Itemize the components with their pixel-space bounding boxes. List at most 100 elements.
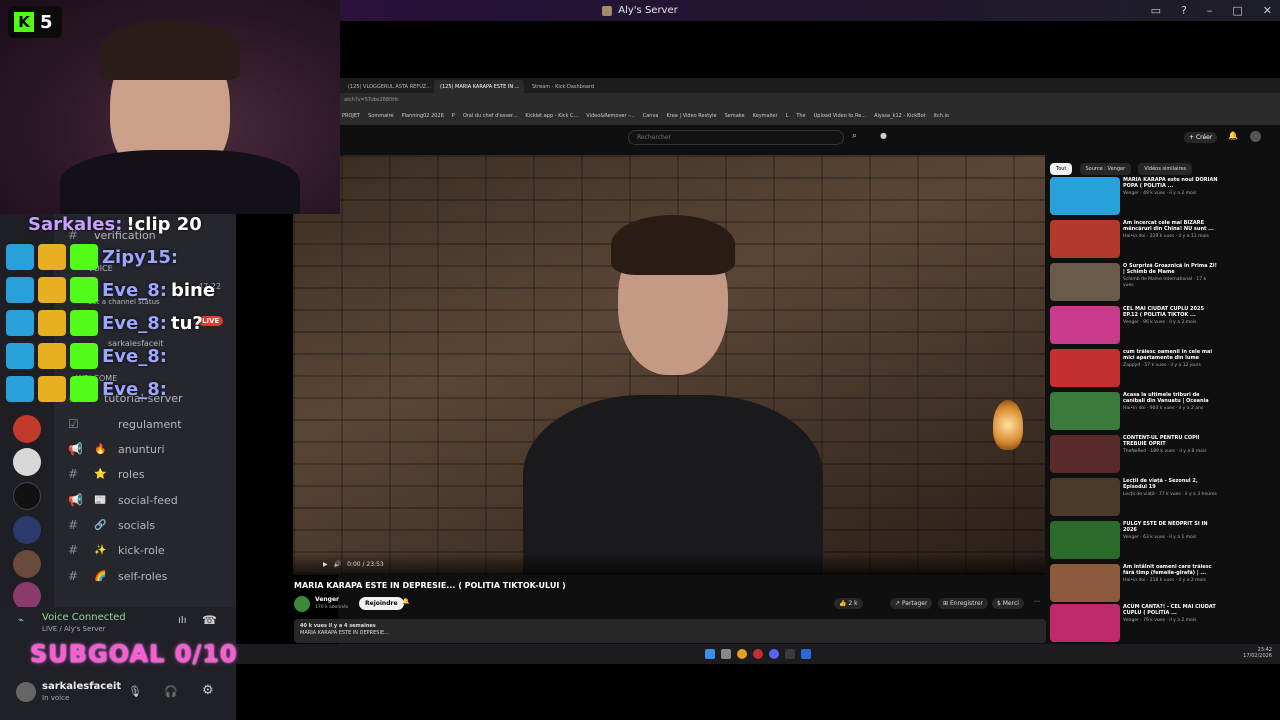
rec-item[interactable]: MARIA KARAPA este noul DORIAN POPA ( POL… xyxy=(1050,177,1230,217)
bookmark[interactable]: Video&Remover -... xyxy=(586,113,634,119)
rec-item[interactable]: FULGY ESTE DE NEOPRIT SI IN 2026 Venger ·… xyxy=(1050,521,1230,561)
bookmark[interactable]: PROJET xyxy=(342,113,360,119)
server-icon[interactable] xyxy=(13,415,41,443)
mic-icon[interactable]: 🎙 xyxy=(128,685,142,698)
bookmark[interactable]: L xyxy=(786,113,789,119)
chip-source[interactable]: Source : Venger xyxy=(1079,163,1132,175)
search-taskbar-icon[interactable] xyxy=(721,649,731,659)
disconnect-icon[interactable]: ☎ xyxy=(202,613,217,627)
like-button[interactable]: 👍 2 k xyxy=(834,598,863,609)
help-icon[interactable]: ? xyxy=(1181,4,1187,17)
chat-message: Eve_8: xyxy=(6,375,171,403)
chip-all[interactable]: Tout xyxy=(1050,163,1073,175)
voice-channel-name[interactable]: LIVE / Aly's Server xyxy=(42,625,106,633)
channel-anunturi[interactable]: 📢 🔥 anunturi xyxy=(68,439,165,459)
bookmark[interactable]: Canva xyxy=(643,113,659,119)
bookmark[interactable]: Krea | Video Restyle xyxy=(666,113,716,119)
rec-thumbnail xyxy=(1050,392,1120,430)
og-badge-icon xyxy=(70,310,98,336)
bookmark[interactable]: Alyssa_k12 - KickBot xyxy=(874,113,926,119)
close-button[interactable]: ✕ xyxy=(1263,4,1272,17)
channel-regulament[interactable]: ☑ regulament xyxy=(68,414,182,434)
discord-icon[interactable] xyxy=(769,649,779,659)
rec-thumbnail xyxy=(1050,604,1120,642)
play-icon[interactable]: ▶ xyxy=(323,561,328,568)
bookmark[interactable]: The xyxy=(796,113,805,119)
channel-name[interactable]: Venger xyxy=(315,596,339,603)
subgoal-overlay: SUBGOAL 0/10 xyxy=(30,640,238,668)
steam-icon[interactable] xyxy=(801,649,811,659)
address-bar[interactable]: atch?v=57zbs2880Hc xyxy=(338,93,1280,107)
chat-message: Eve_8: tu? xyxy=(6,309,203,337)
join-button[interactable]: Rejoindre xyxy=(359,597,404,610)
server-icon[interactable] xyxy=(13,482,41,510)
thanks-button[interactable]: $ Merci xyxy=(992,598,1024,609)
streamer-body xyxy=(60,150,300,214)
rec-thumbnail xyxy=(1050,564,1120,602)
channel-self-roles[interactable]: # 🌈 self-roles xyxy=(68,566,167,586)
rec-item[interactable]: CEL MAI CIUDAT CUPLU 2025 EP.12 ( POLITI… xyxy=(1050,306,1230,346)
bookmark[interactable]: Kicklet.app - Kick C... xyxy=(525,113,578,119)
server-icon[interactable] xyxy=(13,448,41,476)
avatar[interactable] xyxy=(16,682,36,702)
bell-icon[interactable]: 🔔 xyxy=(402,598,409,605)
bookmark[interactable]: Semake xyxy=(725,113,745,119)
more-icon[interactable]: ⋯ xyxy=(1034,598,1040,605)
save-button[interactable]: ⊞ Enregistrer xyxy=(938,598,989,609)
rec-item[interactable]: Am întâlnit oameni care trăiesc fără tim… xyxy=(1050,564,1230,604)
channel-social-feed[interactable]: 📢 📰 social-feed xyxy=(68,490,178,510)
rec-item[interactable]: Acasa la ultimele triburi de canibali di… xyxy=(1050,392,1230,432)
channel-roles[interactable]: # ⭐ roles xyxy=(68,464,145,484)
window-title: Aly's Server xyxy=(602,5,678,16)
bookmark[interactable]: Keymailer xyxy=(753,113,778,119)
obs-icon[interactable] xyxy=(753,649,763,659)
chrome-icon[interactable] xyxy=(737,649,747,659)
search-input[interactable]: Rechercher xyxy=(628,130,844,145)
crown-icon xyxy=(38,376,66,402)
rec-item[interactable]: Lecții de viață - Sezonul 2, Episodul 19… xyxy=(1050,478,1230,518)
share-button[interactable]: ↗ Partager xyxy=(890,598,933,609)
video-description[interactable]: 40 k vues il y a 4 semaines MARIA KARAPA… xyxy=(294,619,1046,643)
start-icon[interactable] xyxy=(705,649,715,659)
channel-avatar[interactable] xyxy=(294,596,310,612)
rec-item[interactable]: cum trăiesc oamenii în cele mai mici apa… xyxy=(1050,349,1230,389)
server-icon[interactable] xyxy=(13,550,41,578)
mic-icon[interactable]: ● xyxy=(880,131,887,140)
minimize-button[interactable]: – xyxy=(1207,4,1213,17)
chip-similar[interactable]: Vidéos similaires xyxy=(1138,163,1193,175)
tab[interactable]: (125) VLOGGERUL ASTA REFUZ... xyxy=(342,80,432,93)
rec-item[interactable]: Am încercat cele mai BIZARE mâncăruri di… xyxy=(1050,220,1230,260)
search-icon[interactable]: ⌕ xyxy=(852,131,857,141)
notification-icon[interactable]: 🔔 xyxy=(1228,131,1238,140)
headphones-icon[interactable]: 🎧 xyxy=(164,685,178,698)
server-icon[interactable] xyxy=(13,582,41,610)
rec-item[interactable]: ACUM CANTA?! - CEL MAI CIUDAT CUPLU ( PO… xyxy=(1050,604,1230,644)
bookmark[interactable]: Planning02 2026 xyxy=(402,113,444,119)
create-button[interactable]: + Créer xyxy=(1184,132,1218,143)
bookmark[interactable]: P xyxy=(452,113,455,119)
video-player[interactable]: ▶ 🔊 0:00 / 23:53 xyxy=(293,155,1045,575)
bookmark[interactable]: Oral du chef d'esser... xyxy=(463,113,518,119)
inbox-icon[interactable]: ▭ xyxy=(1151,4,1161,17)
bookmark[interactable]: Sommaire xyxy=(368,113,393,119)
settings-icon[interactable]: ⚙ xyxy=(202,683,214,698)
avatar[interactable] xyxy=(1250,131,1261,142)
bookmark[interactable]: itch.io xyxy=(934,113,949,119)
rec-thumbnail xyxy=(1050,306,1120,344)
app-icon[interactable] xyxy=(785,649,795,659)
rec-thumbnail xyxy=(1050,263,1120,301)
rec-item[interactable]: O Surpriză Groaznică în Prima Zi! | Schi… xyxy=(1050,263,1230,303)
tab[interactable]: Stream - Kick Dashboard xyxy=(526,80,616,93)
bookmark[interactable]: Upload Video to Re... xyxy=(814,113,866,119)
noise-icon[interactable]: ıIı xyxy=(178,615,187,626)
rec-thumbnail xyxy=(1050,177,1120,215)
channel-socials[interactable]: # 🔗 socials xyxy=(68,515,155,535)
volume-icon[interactable]: 🔊 xyxy=(334,561,341,568)
badge-icon xyxy=(6,244,34,270)
server-icon[interactable] xyxy=(13,516,41,544)
channel-kick-role[interactable]: # ✨ kick-role xyxy=(68,540,165,560)
rec-item[interactable]: CONTENT-UL PENTRU COPII TREBUIE OPRIT The… xyxy=(1050,435,1230,475)
tab-active[interactable]: (125) MARIA KARAPA ESTE IN ... xyxy=(434,80,524,93)
video-desc-text: MARIA KARAPA ESTE IN DEPRESIE... xyxy=(300,630,389,636)
maximize-button[interactable]: □ xyxy=(1232,4,1242,17)
